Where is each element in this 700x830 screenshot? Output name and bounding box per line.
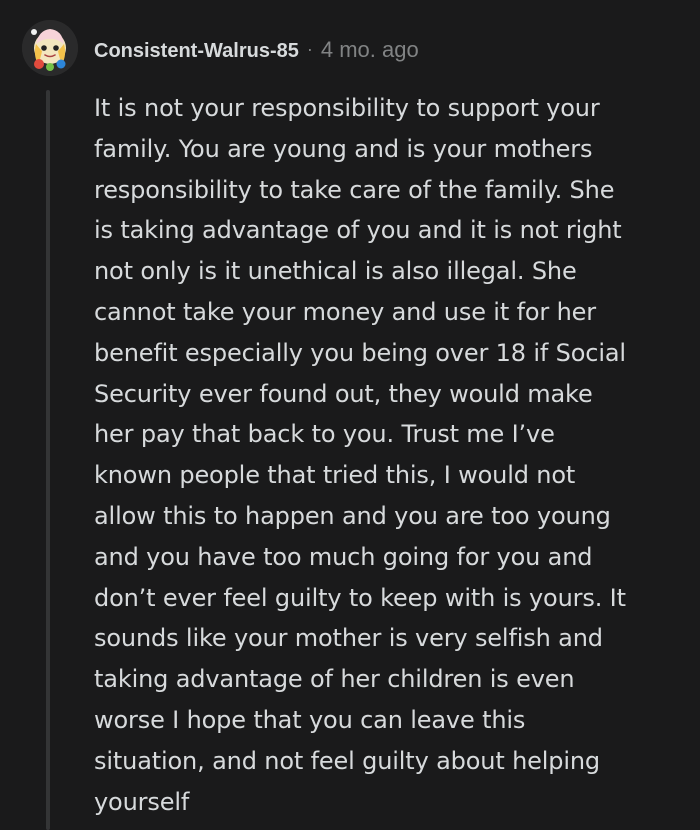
author-name[interactable]: Consistent-Walrus-85 [94,40,299,62]
meta-separator: · [306,39,313,59]
comment-timestamp[interactable]: 4 mo. ago [321,37,419,62]
comment-body: It is not your responsibility to support… [94,94,626,816]
avatar[interactable] [22,20,78,76]
thread-line[interactable] [46,90,50,830]
comment-meta: Consistent-Walrus-85 · 4 mo. ago [94,37,419,62]
comment: Consistent-Walrus-85 · 4 mo. ago It is not… [0,0,700,830]
snoo-avatar-icon [22,20,78,76]
